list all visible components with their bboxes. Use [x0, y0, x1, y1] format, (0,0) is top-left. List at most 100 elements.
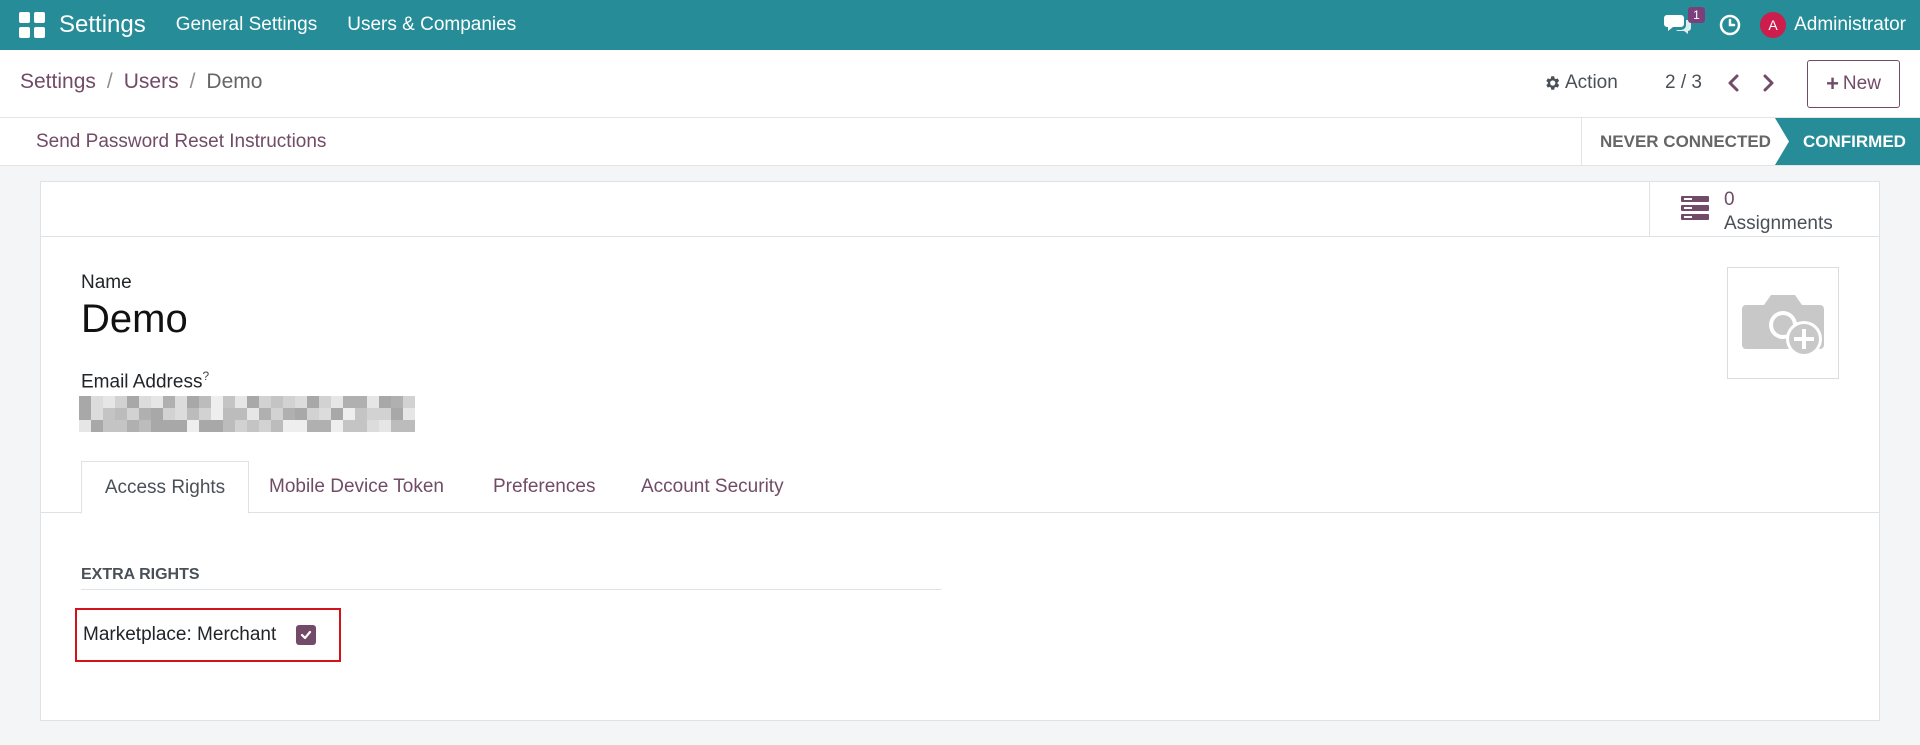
- pager-value[interactable]: 2 / 3: [1665, 72, 1702, 94]
- redaction-block: [187, 396, 199, 408]
- redaction-block: [235, 408, 247, 420]
- redaction-block: [295, 420, 307, 432]
- redaction-block: [187, 408, 199, 420]
- redaction-block: [211, 396, 223, 408]
- smart-button-box: 0 Assignments: [41, 182, 1879, 237]
- redaction-block: [295, 396, 307, 408]
- redaction-block: [247, 408, 259, 420]
- redaction-block: [307, 408, 319, 420]
- new-button[interactable]: + New: [1807, 60, 1900, 108]
- redaction-block: [259, 420, 271, 432]
- user-menu[interactable]: Administrator: [1794, 14, 1906, 36]
- redaction-block: [355, 420, 367, 432]
- tab-preferences[interactable]: Preferences: [493, 461, 595, 513]
- redaction-block: [283, 396, 295, 408]
- redaction-block: [223, 420, 235, 432]
- redaction-block: [103, 420, 115, 432]
- menu-users-companies[interactable]: Users & Companies: [347, 14, 516, 36]
- redaction-block: [331, 396, 343, 408]
- marketplace-merchant-checkbox[interactable]: [296, 625, 317, 645]
- check-icon: [301, 630, 312, 640]
- redaction-block: [103, 408, 115, 420]
- redaction-block: [247, 396, 259, 408]
- email-label-text: Email Address: [81, 371, 203, 393]
- redaction-block: [331, 408, 343, 420]
- avatar-upload[interactable]: [1727, 267, 1839, 379]
- redaction-block: [115, 420, 127, 432]
- redaction-block: [379, 396, 391, 408]
- apps-grid-icon[interactable]: [19, 12, 45, 38]
- breadcrumb-settings[interactable]: Settings: [20, 70, 96, 94]
- assignments-count: 0: [1724, 189, 1735, 210]
- assignments-label: Assignments: [1724, 213, 1833, 234]
- control-panel: Settings / Users / Demo Action 2 / 3 + N…: [0, 50, 1920, 118]
- chevron-left-icon[interactable]: [1723, 72, 1745, 94]
- redaction-block: [139, 408, 151, 420]
- redaction-block: [115, 408, 127, 420]
- redaction-block: [115, 396, 127, 408]
- redaction-block: [163, 396, 175, 408]
- email-field-redacted[interactable]: [79, 394, 415, 432]
- chat-icon[interactable]: 1: [1664, 7, 1705, 38]
- help-tooltip-icon[interactable]: ?: [202, 369, 209, 383]
- redaction-block: [355, 408, 367, 420]
- redaction-block: [379, 420, 391, 432]
- redaction-block: [79, 420, 91, 432]
- redaction-block: [163, 420, 175, 432]
- breadcrumb-separator: /: [106, 70, 113, 93]
- breadcrumb-users[interactable]: Users: [124, 70, 179, 94]
- redaction-block: [199, 408, 211, 420]
- redaction-block: [211, 408, 223, 420]
- redaction-block: [79, 408, 91, 420]
- redaction-block: [343, 396, 355, 408]
- app-brand[interactable]: Settings: [59, 11, 146, 39]
- breadcrumb: Settings / Users / Demo: [20, 70, 262, 94]
- redaction-block: [235, 420, 247, 432]
- tab-access-rights[interactable]: Access Rights: [81, 461, 249, 514]
- section-title-extra-rights: EXTRA RIGHTS: [81, 566, 200, 583]
- right-label: Marketplace: Merchant: [83, 624, 277, 645]
- redaction-block: [403, 396, 415, 408]
- redaction-block: [259, 408, 271, 420]
- redaction-block: [343, 408, 355, 420]
- stage-never-connected[interactable]: NEVER CONNECTED: [1581, 118, 1776, 165]
- redaction-block: [91, 396, 103, 408]
- redaction-block: [367, 408, 379, 420]
- stage-confirmed[interactable]: CONFIRMED: [1775, 118, 1920, 165]
- chevron-right-icon[interactable]: [1757, 72, 1779, 94]
- name-field[interactable]: Demo: [81, 297, 188, 342]
- redaction-block: [367, 396, 379, 408]
- name-label: Name: [81, 272, 132, 293]
- redaction-block: [211, 420, 223, 432]
- redaction-block: [235, 396, 247, 408]
- action-menu-button[interactable]: Action: [1543, 72, 1618, 94]
- send-password-reset-button[interactable]: Send Password Reset Instructions: [36, 131, 326, 153]
- redaction-block: [91, 408, 103, 420]
- top-navbar: Settings General Settings Users & Compan…: [0, 0, 1920, 50]
- breadcrumb-separator: /: [189, 70, 196, 93]
- form-sheet: 0 Assignments Name Demo Email Address? A…: [40, 181, 1880, 721]
- menu-general-settings[interactable]: General Settings: [176, 14, 318, 36]
- assignments-smart-button[interactable]: 0 Assignments: [1649, 182, 1879, 236]
- redaction-block: [139, 396, 151, 408]
- action-label: Action: [1565, 72, 1618, 93]
- redaction-block: [175, 396, 187, 408]
- redaction-block: [175, 420, 187, 432]
- redaction-block: [151, 420, 163, 432]
- redaction-block: [271, 396, 283, 408]
- redaction-block: [151, 396, 163, 408]
- plus-icon: +: [1826, 71, 1839, 96]
- redaction-block: [343, 420, 355, 432]
- tab-account-security[interactable]: Account Security: [641, 461, 784, 513]
- email-label: Email Address?: [81, 369, 209, 393]
- redaction-block: [391, 420, 403, 432]
- redaction-block: [127, 408, 139, 420]
- redaction-block: [283, 420, 295, 432]
- clock-icon[interactable]: [1718, 13, 1742, 37]
- notebook-tabs: Access Rights Mobile Device Token Prefer…: [41, 461, 1879, 514]
- user-avatar[interactable]: A: [1760, 12, 1787, 38]
- tab-mobile-device-token[interactable]: Mobile Device Token: [269, 461, 444, 513]
- redaction-block: [79, 396, 91, 408]
- status-bar: Send Password Reset Instructions NEVER C…: [0, 118, 1920, 166]
- redaction-block: [127, 396, 139, 408]
